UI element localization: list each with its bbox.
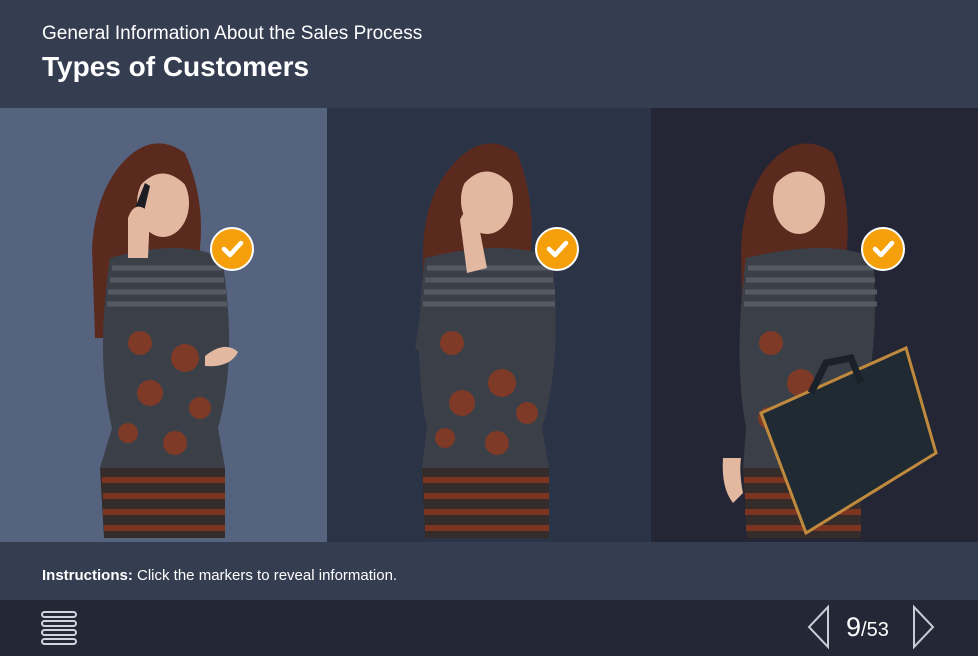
woman-thinking-illustration	[415, 143, 556, 538]
prev-button[interactable]	[804, 604, 834, 650]
instructions-body: Click the markers to reveal information.	[132, 567, 398, 584]
panel-customer-with-bag	[651, 108, 978, 542]
chevron-left-icon	[807, 604, 829, 650]
checkmark-icon	[221, 240, 244, 258]
customer-panels	[0, 108, 978, 542]
info-marker-1[interactable]	[210, 227, 254, 271]
next-button[interactable]	[908, 604, 938, 650]
page-total: /53	[861, 619, 889, 641]
slide: General Information About the Sales Proc…	[0, 0, 978, 656]
menu-button[interactable]	[38, 609, 80, 647]
navigation-bar: 9/53	[0, 600, 978, 656]
checkmark-icon	[546, 240, 569, 258]
section-subtitle: General Information About the Sales Proc…	[42, 23, 423, 44]
checkmark-icon	[872, 240, 895, 258]
panel-customer-on-phone	[0, 108, 327, 542]
chevron-right-icon	[913, 604, 935, 650]
page-title: Types of Customers	[42, 51, 310, 82]
slide-header: General Information About the Sales Proc…	[0, 0, 978, 108]
instructions-text: Instructions: Click the markers to revea…	[42, 567, 397, 584]
info-marker-2[interactable]	[535, 227, 579, 271]
woman-with-bag-illustration	[722, 143, 938, 538]
instructions-label: Instructions:	[42, 567, 133, 584]
hamburger-menu-icon	[41, 611, 77, 645]
instructions-bar: Instructions: Click the markers to revea…	[0, 542, 978, 600]
page-current: 9	[846, 612, 862, 642]
panel-customer-thinking	[327, 108, 651, 542]
page-counter: 9/53	[846, 612, 889, 643]
info-marker-3[interactable]	[861, 227, 905, 271]
woman-on-phone-illustration	[92, 143, 238, 538]
